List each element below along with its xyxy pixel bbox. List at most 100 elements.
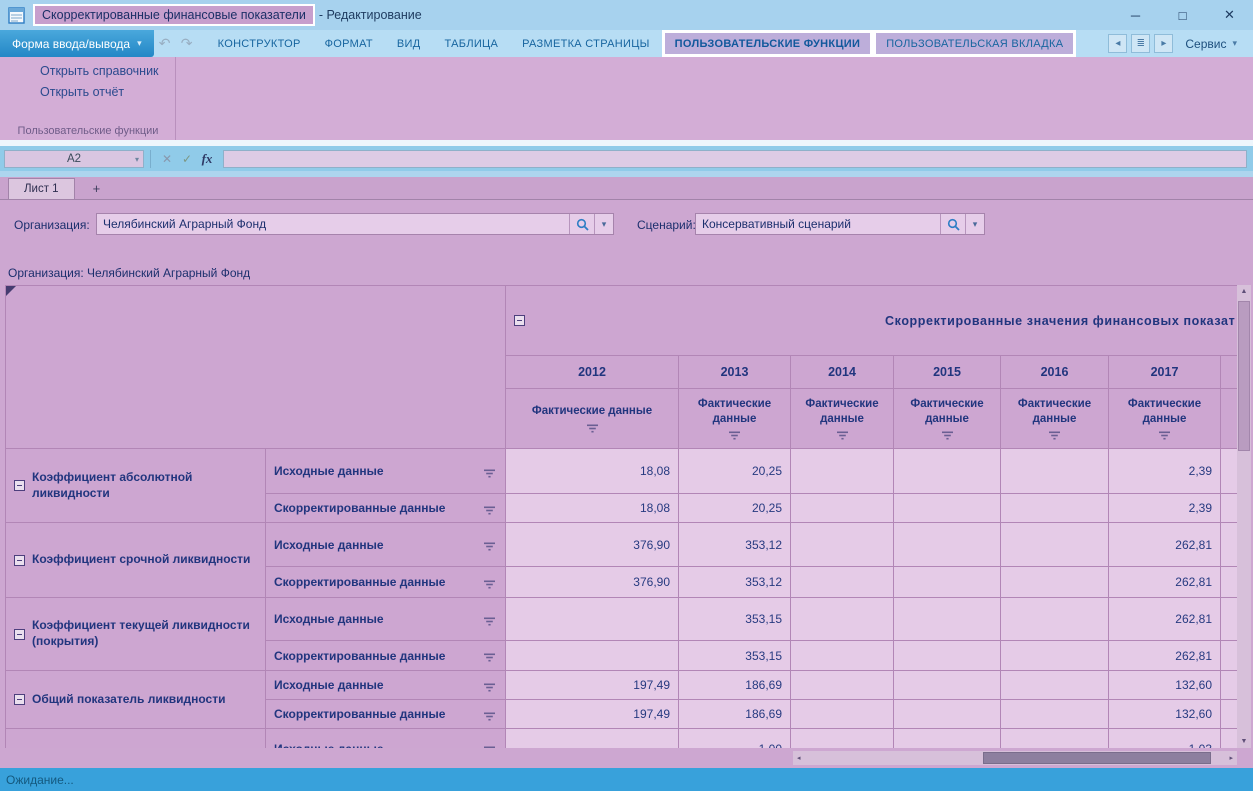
value-cell[interactable] xyxy=(894,671,1001,700)
tab-list-button[interactable]: ≣ xyxy=(1131,34,1150,53)
series-type-cell[interactable]: Исходные данные xyxy=(266,671,506,700)
value-cell[interactable] xyxy=(791,523,894,567)
cell-reference-box[interactable]: A2 ▾ xyxy=(4,150,144,168)
ribbon-tab[interactable]: КОНСТРУКТОР xyxy=(206,30,313,57)
collapse-icon[interactable] xyxy=(14,694,25,705)
value-cell[interactable] xyxy=(894,494,1001,523)
collapse-icon[interactable] xyxy=(14,555,25,566)
value-cell[interactable]: 18,08 xyxy=(506,449,679,494)
value-cell[interactable] xyxy=(791,449,894,494)
value-cell[interactable] xyxy=(1001,523,1109,567)
horizontal-scrollbar[interactable]: ◂ ▸ xyxy=(793,751,1237,765)
chevron-down-icon[interactable]: ▾ xyxy=(594,214,613,234)
filter-icon[interactable] xyxy=(484,540,495,549)
value-cell[interactable] xyxy=(1001,567,1109,598)
value-cell[interactable]: 262,81 xyxy=(1109,641,1221,671)
value-cell[interactable] xyxy=(791,729,894,749)
filter-icon[interactable] xyxy=(484,578,495,587)
filter-icon[interactable] xyxy=(484,504,495,513)
chevron-down-icon[interactable]: ▾ xyxy=(135,155,139,164)
indicator-cell[interactable]: Коэффициент текущей ликвидности (покрыти… xyxy=(6,598,266,671)
insert-function-icon[interactable]: fx xyxy=(197,151,217,167)
value-cell[interactable]: 353,15 xyxy=(679,641,791,671)
filter-icon[interactable] xyxy=(484,710,495,719)
series-type-cell[interactable]: Скорректированные данные xyxy=(266,567,506,598)
value-cell[interactable] xyxy=(791,598,894,641)
value-cell[interactable] xyxy=(1001,729,1109,749)
filter-icon[interactable] xyxy=(484,615,495,624)
scroll-right-icon[interactable]: ▸ xyxy=(1229,754,1233,762)
data-kind-header[interactable]: Фактические данные xyxy=(1109,389,1221,449)
collapse-icon[interactable] xyxy=(514,315,525,326)
value-cell[interactable] xyxy=(506,641,679,671)
vertical-scrollbar[interactable]: ▲ ▼ xyxy=(1237,285,1251,748)
value-cell[interactable] xyxy=(791,494,894,523)
value-cell[interactable]: 197,49 xyxy=(506,700,679,729)
ribbon-tab[interactable]: ФОРМАТ xyxy=(313,30,385,57)
value-cell[interactable] xyxy=(894,729,1001,749)
value-cell[interactable] xyxy=(894,598,1001,641)
value-cell[interactable]: 353,15 xyxy=(679,598,791,641)
scenario-field[interactable]: Консервативный сценарий ▾ xyxy=(695,213,985,235)
value-cell[interactable]: 186,69 xyxy=(679,700,791,729)
value-cell[interactable] xyxy=(894,641,1001,671)
ribbon-command[interactable]: Открыть отчёт xyxy=(40,85,175,99)
value-cell[interactable]: 262,81 xyxy=(1109,523,1221,567)
filter-icon[interactable] xyxy=(484,467,495,476)
collapse-icon[interactable] xyxy=(14,480,25,491)
indicator-cell[interactable]: Коэффициент срочной ликвидности xyxy=(6,523,266,598)
series-type-cell[interactable]: Скорректированные данные xyxy=(266,641,506,671)
formula-input[interactable] xyxy=(223,150,1247,168)
value-cell[interactable]: 132,60 xyxy=(1109,700,1221,729)
close-button[interactable]: ✕ xyxy=(1206,0,1253,30)
value-cell[interactable] xyxy=(791,671,894,700)
ribbon-command[interactable]: Открыть справочник xyxy=(40,64,175,78)
indicator-cell[interactable]: Коэффициент абсолютной ликвидности xyxy=(6,449,266,523)
ribbon-tab[interactable]: РАЗМЕТКА СТРАНИЦЫ xyxy=(510,30,662,57)
value-cell[interactable]: 20,25 xyxy=(679,494,791,523)
series-type-cell[interactable]: Исходные данные xyxy=(266,598,506,641)
minimize-button[interactable]: ─ xyxy=(1112,0,1159,30)
series-type-cell[interactable]: Исходные данные xyxy=(266,523,506,567)
value-cell[interactable]: 1,00 xyxy=(679,729,791,749)
value-cell[interactable]: 197,49 xyxy=(506,671,679,700)
add-sheet-button[interactable]: + xyxy=(81,178,113,199)
value-cell[interactable] xyxy=(1001,494,1109,523)
filter-icon[interactable] xyxy=(484,651,495,660)
value-cell[interactable]: 353,12 xyxy=(679,567,791,598)
value-cell[interactable] xyxy=(1001,700,1109,729)
table-title-cell[interactable]: Скорректированные значения финансовых по… xyxy=(506,286,1238,356)
year-header[interactable]: 2017 xyxy=(1109,356,1221,389)
value-cell[interactable] xyxy=(1001,598,1109,641)
redo-icon[interactable]: ↷ xyxy=(176,35,198,52)
value-cell[interactable]: 262,81 xyxy=(1109,598,1221,641)
indicator-cell[interactable] xyxy=(6,729,266,749)
series-type-cell[interactable]: Исходные данные xyxy=(266,449,506,494)
confirm-icon[interactable]: ✓ xyxy=(177,152,197,166)
series-type-cell[interactable]: Скорректированные данные xyxy=(266,700,506,729)
scroll-down-icon[interactable]: ▼ xyxy=(1237,738,1251,745)
filter-icon[interactable] xyxy=(484,681,495,690)
ribbon-tab[interactable]: ВИД xyxy=(385,30,433,57)
value-cell[interactable]: 376,90 xyxy=(506,567,679,598)
cancel-icon[interactable]: ✕ xyxy=(157,152,177,166)
data-kind-header[interactable]: Фактические данные xyxy=(679,389,791,449)
filter-icon[interactable] xyxy=(942,431,953,440)
value-cell[interactable] xyxy=(1001,449,1109,494)
scroll-tabs-left-button[interactable]: ◂ xyxy=(1108,34,1127,53)
year-header[interactable]: 2013 xyxy=(679,356,791,389)
filter-icon[interactable] xyxy=(484,744,495,748)
value-cell[interactable] xyxy=(894,567,1001,598)
service-menu-button[interactable]: Сервис ▾ xyxy=(1177,37,1245,51)
value-cell[interactable]: 18,08 xyxy=(506,494,679,523)
data-kind-header[interactable]: Фактические данные xyxy=(791,389,894,449)
value-cell[interactable] xyxy=(894,700,1001,729)
filter-icon[interactable] xyxy=(1049,431,1060,440)
filter-icon[interactable] xyxy=(729,431,740,440)
value-cell[interactable] xyxy=(1001,641,1109,671)
data-kind-header[interactable]: Фактические данные xyxy=(1001,389,1109,449)
horizontal-scrollbar-thumb[interactable] xyxy=(983,752,1211,764)
ribbon-tab[interactable]: ПОЛЬЗОВАТЕЛЬСКИЕ ФУНКЦИИ xyxy=(662,30,874,57)
ribbon-tab[interactable]: ПОЛЬЗОВАТЕЛЬСКАЯ ВКЛАДКА xyxy=(873,30,1076,57)
vertical-scrollbar-thumb[interactable] xyxy=(1238,301,1250,451)
